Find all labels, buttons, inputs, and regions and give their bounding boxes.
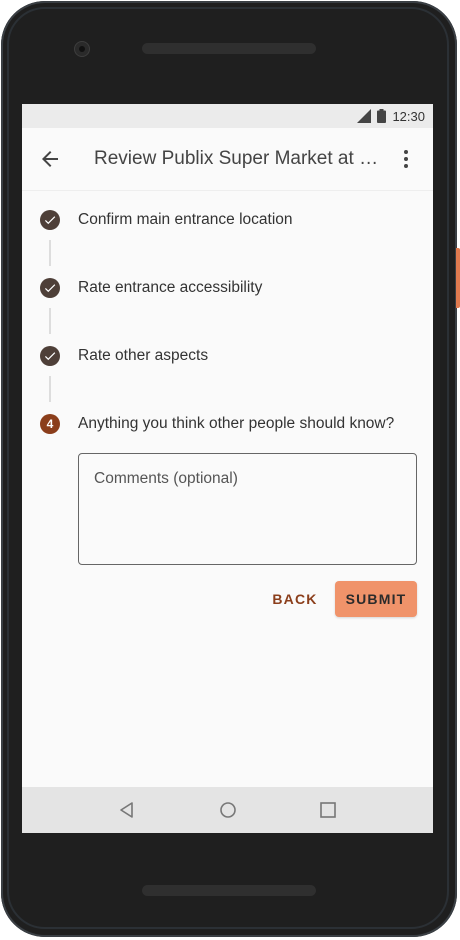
step-label: Rate other aspects xyxy=(78,347,209,364)
page-title: Review Publix Super Market at Carrollwoo… xyxy=(94,148,384,169)
step-number-badge: 4 xyxy=(40,414,60,434)
step-comments[interactable]: 4 Anything you think other people should… xyxy=(22,409,433,439)
system-nav-bar xyxy=(22,787,433,833)
bottom-speaker xyxy=(142,885,316,896)
signal-icon xyxy=(357,109,372,123)
check-icon xyxy=(40,278,60,298)
step-connector xyxy=(49,308,51,334)
step-rate-other[interactable]: Rate other aspects xyxy=(22,341,433,371)
step-label: Rate entrance accessibility xyxy=(78,279,263,296)
step-label: Anything you think other people should k… xyxy=(78,415,395,432)
check-icon xyxy=(40,210,60,230)
app-bar: Review Publix Super Market at Carrollwoo… xyxy=(22,128,433,191)
side-button xyxy=(456,248,460,308)
status-icons: 12:30 xyxy=(357,104,425,128)
square-recents-icon[interactable] xyxy=(317,799,339,821)
arrow-back-icon[interactable] xyxy=(38,147,62,171)
front-camera xyxy=(74,41,90,57)
earpiece-speaker xyxy=(142,43,316,54)
circle-home-icon[interactable] xyxy=(217,799,239,821)
status-bar: 12:30 xyxy=(22,104,433,128)
comments-field[interactable] xyxy=(78,453,417,565)
submit-button[interactable]: SUBMIT xyxy=(335,581,417,617)
more-vert-icon[interactable] xyxy=(394,147,418,171)
step-connector xyxy=(49,376,51,402)
triangle-back-icon[interactable] xyxy=(116,799,138,821)
step-rate-entrance[interactable]: Rate entrance accessibility xyxy=(22,273,433,303)
phone-frame: 12:30 Review Publix Super Market at Carr… xyxy=(0,0,460,940)
status-time: 12:30 xyxy=(392,108,425,124)
screen: 12:30 Review Publix Super Market at Carr… xyxy=(22,104,433,833)
check-icon xyxy=(40,346,60,366)
comments-input[interactable] xyxy=(79,454,416,564)
step-label: Confirm main entrance location xyxy=(78,211,293,228)
battery-icon xyxy=(377,109,387,123)
step-connector xyxy=(49,240,51,266)
step-confirm-entrance[interactable]: Confirm main entrance location xyxy=(22,205,433,235)
back-button[interactable]: BACK xyxy=(264,581,326,617)
